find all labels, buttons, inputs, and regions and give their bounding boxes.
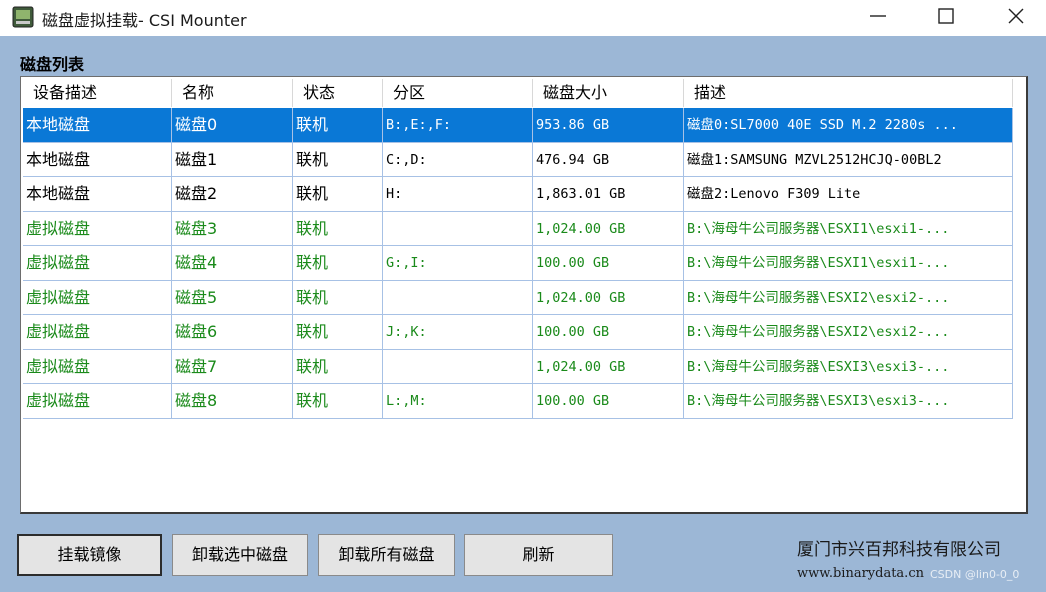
cell-size: 1,024.00 GB bbox=[533, 211, 684, 246]
cell-name: 磁盘1 bbox=[172, 142, 293, 177]
cell-device: 虚拟磁盘 bbox=[23, 211, 172, 246]
watermark-text: CSDN @lin0-0_0 bbox=[930, 568, 1020, 581]
close-button[interactable] bbox=[986, 0, 1046, 32]
table-row[interactable]: 虚拟磁盘 磁盘8 联机 L:,M: 100.00 GB B:\海母牛公司服务器\ESXI3… bbox=[23, 384, 1013, 419]
cell-name: 磁盘7 bbox=[172, 349, 293, 384]
cell-status: 联机 bbox=[293, 280, 383, 315]
cell-partition bbox=[383, 349, 533, 384]
table-row[interactable]: 虚拟磁盘 磁盘6 联机 J:,K: 100.00 GB B:\海母牛公司服务器\ESXI2… bbox=[23, 315, 1013, 350]
cell-partition: H: bbox=[383, 177, 533, 212]
cell-description: B:\海母牛公司服务器\ESXI1\esxi1-... bbox=[684, 246, 1013, 281]
disk-list[interactable]: 设备描述 名称 状态 分区 磁盘大小 描述 本地磁盘 磁盘0 联机 B:,E:,F: 9… bbox=[20, 76, 1028, 514]
table-row[interactable]: 虚拟磁盘 磁盘3 联机 1,024.00 GB B:\海母牛公司服务器\ESXI1\es… bbox=[23, 211, 1013, 246]
column-header-partition[interactable]: 分区 bbox=[383, 79, 533, 107]
cell-name: 磁盘5 bbox=[172, 280, 293, 315]
table-row[interactable]: 虚拟磁盘 磁盘5 联机 1,024.00 GB B:\海母牛公司服务器\ESXI2\es… bbox=[23, 280, 1013, 315]
minimize-icon bbox=[870, 15, 886, 17]
cell-partition: G:,I: bbox=[383, 246, 533, 281]
cell-partition: B:,E:,F: bbox=[383, 108, 533, 143]
cell-device: 虚拟磁盘 bbox=[23, 315, 172, 350]
cell-description: 磁盘0:SL7000 40E SSD M.2 2280s ... bbox=[684, 108, 1013, 143]
cell-partition: C:,D: bbox=[383, 142, 533, 177]
cell-device: 本地磁盘 bbox=[23, 108, 172, 143]
table-row[interactable]: 本地磁盘 磁盘0 联机 B:,E:,F: 953.86 GB 磁盘0:SL7000 40E… bbox=[23, 108, 1013, 143]
cell-name: 磁盘8 bbox=[172, 384, 293, 419]
cell-status: 联机 bbox=[293, 315, 383, 350]
cell-description: B:\海母牛公司服务器\ESXI2\esxi2-... bbox=[684, 315, 1013, 350]
cell-name: 磁盘4 bbox=[172, 246, 293, 281]
cell-partition: J:,K: bbox=[383, 315, 533, 350]
cell-size: 1,024.00 GB bbox=[533, 280, 684, 315]
cell-description: 磁盘2:Lenovo F309 Lite bbox=[684, 177, 1013, 212]
table-row[interactable]: 本地磁盘 磁盘2 联机 H: 1,863.01 GB 磁盘2:Lenovo F309 Li… bbox=[23, 177, 1013, 212]
table-row[interactable]: 虚拟磁盘 磁盘4 联机 G:,I: 100.00 GB B:\海母牛公司服务器\ESXI1… bbox=[23, 246, 1013, 281]
cell-device: 虚拟磁盘 bbox=[23, 246, 172, 281]
cell-name: 磁盘3 bbox=[172, 211, 293, 246]
cell-device: 虚拟磁盘 bbox=[23, 384, 172, 419]
app-disk-icon bbox=[12, 6, 34, 28]
cell-size: 100.00 GB bbox=[533, 384, 684, 419]
cell-status: 联机 bbox=[293, 108, 383, 143]
company-name: 厦门市兴百邦科技有限公司 bbox=[797, 540, 1001, 560]
cell-status: 联机 bbox=[293, 384, 383, 419]
cell-status: 联机 bbox=[293, 142, 383, 177]
cell-device: 本地磁盘 bbox=[23, 142, 172, 177]
cell-partition: L:,M: bbox=[383, 384, 533, 419]
cell-size: 476.94 GB bbox=[533, 142, 684, 177]
disk-list-label: 磁盘列表 bbox=[20, 55, 85, 74]
cell-name: 磁盘2 bbox=[172, 177, 293, 212]
column-header-status[interactable]: 状态 bbox=[293, 79, 383, 107]
cell-size: 1,863.01 GB bbox=[533, 177, 684, 212]
cell-size: 100.00 GB bbox=[533, 246, 684, 281]
cell-description: B:\海母牛公司服务器\ESXI3\esxi3-... bbox=[684, 349, 1013, 384]
cell-description: B:\海母牛公司服务器\ESXI1\esxi1-... bbox=[684, 211, 1013, 246]
cell-description: B:\海母牛公司服务器\ESXI2\esxi2-... bbox=[684, 280, 1013, 315]
mount-image-button[interactable]: 挂载镜像 bbox=[17, 534, 162, 576]
title-bar: 磁盘虚拟挂载- CSI Mounter bbox=[0, 0, 1046, 36]
window-title: 磁盘虚拟挂载- CSI Mounter bbox=[42, 11, 247, 30]
refresh-button[interactable]: 刷新 bbox=[464, 534, 613, 576]
cell-status: 联机 bbox=[293, 211, 383, 246]
cell-device: 虚拟磁盘 bbox=[23, 280, 172, 315]
cell-size: 100.00 GB bbox=[533, 315, 684, 350]
unmount-all-button[interactable]: 卸载所有磁盘 bbox=[318, 534, 455, 576]
cell-size: 1,024.00 GB bbox=[533, 349, 684, 384]
cell-size: 953.86 GB bbox=[533, 108, 684, 143]
maximize-icon bbox=[938, 8, 954, 24]
column-header-description[interactable]: 描述 bbox=[684, 79, 1013, 107]
column-header-device[interactable]: 设备描述 bbox=[23, 79, 172, 107]
cell-name: 磁盘0 bbox=[172, 108, 293, 143]
cell-status: 联机 bbox=[293, 246, 383, 281]
cell-description: B:\海母牛公司服务器\ESXI3\esxi3-... bbox=[684, 384, 1013, 419]
maximize-button[interactable] bbox=[916, 0, 976, 32]
cell-status: 联机 bbox=[293, 177, 383, 212]
cell-partition bbox=[383, 280, 533, 315]
table-row[interactable]: 虚拟磁盘 磁盘7 联机 1,024.00 GB B:\海母牛公司服务器\ESXI3\es… bbox=[23, 349, 1013, 384]
column-header-name[interactable]: 名称 bbox=[172, 79, 293, 107]
column-header-size[interactable]: 磁盘大小 bbox=[533, 79, 684, 107]
close-icon bbox=[1008, 8, 1024, 24]
table-row[interactable]: 本地磁盘 磁盘1 联机 C:,D: 476.94 GB 磁盘1:SAMSUNG MZVL2… bbox=[23, 142, 1013, 177]
cell-partition bbox=[383, 211, 533, 246]
cell-name: 磁盘6 bbox=[172, 315, 293, 350]
cell-device: 本地磁盘 bbox=[23, 177, 172, 212]
cell-device: 虚拟磁盘 bbox=[23, 349, 172, 384]
cell-status: 联机 bbox=[293, 349, 383, 384]
minimize-button[interactable] bbox=[848, 0, 908, 32]
website-text: www.binarydata.cn bbox=[797, 566, 924, 581]
cell-description: 磁盘1:SAMSUNG MZVL2512HCJQ-00BL2 bbox=[684, 142, 1013, 177]
unmount-selected-button[interactable]: 卸载选中磁盘 bbox=[172, 534, 308, 576]
